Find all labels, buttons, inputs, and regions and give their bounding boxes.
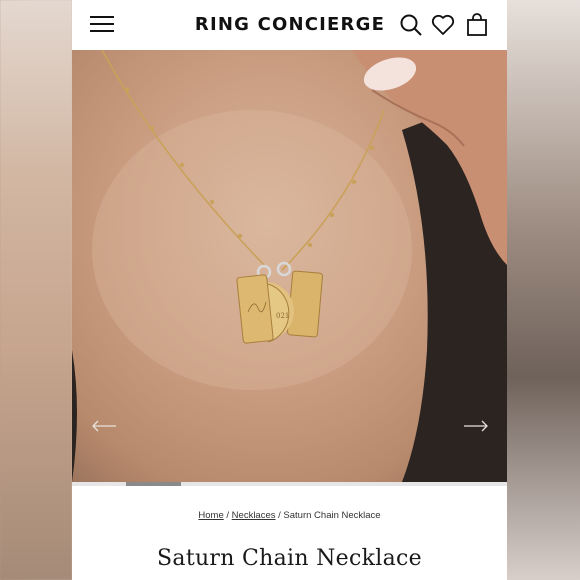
blurred-background-left <box>0 0 72 580</box>
product-title: Saturn Chain Necklace <box>157 546 422 571</box>
product-image[interactable]: 021 <box>72 50 507 482</box>
breadcrumb: Home / Necklaces / Saturn Chain Necklace <box>72 510 507 521</box>
svg-text:021: 021 <box>276 312 289 320</box>
heart-icon[interactable] <box>430 12 456 38</box>
brand-logo[interactable]: RING CONCIERGE <box>192 14 388 35</box>
carousel-next-arrow-icon[interactable] <box>462 418 490 434</box>
phone-screen: RING CONCIERGE 021 Home / Necklaces / Sa… <box>72 0 507 580</box>
search-icon[interactable] <box>398 12 424 38</box>
breadcrumb-current: Saturn Chain Necklace <box>283 510 381 521</box>
breadcrumb-home-link[interactable]: Home <box>198 510 223 521</box>
breadcrumb-separator: / <box>278 510 281 521</box>
site-header: RING CONCIERGE <box>72 0 507 50</box>
carousel-prev-arrow-icon[interactable] <box>90 418 118 434</box>
carousel-progress-indicator <box>126 482 181 486</box>
necklace-photo: 021 <box>72 50 507 482</box>
shopping-bag-icon[interactable] <box>464 12 490 38</box>
carousel-progress-bar <box>72 482 507 486</box>
blurred-background-right <box>506 0 580 580</box>
breadcrumb-separator: / <box>226 510 230 521</box>
breadcrumb-necklaces-link[interactable]: Necklaces <box>232 510 276 521</box>
hamburger-menu-icon[interactable] <box>90 16 114 34</box>
